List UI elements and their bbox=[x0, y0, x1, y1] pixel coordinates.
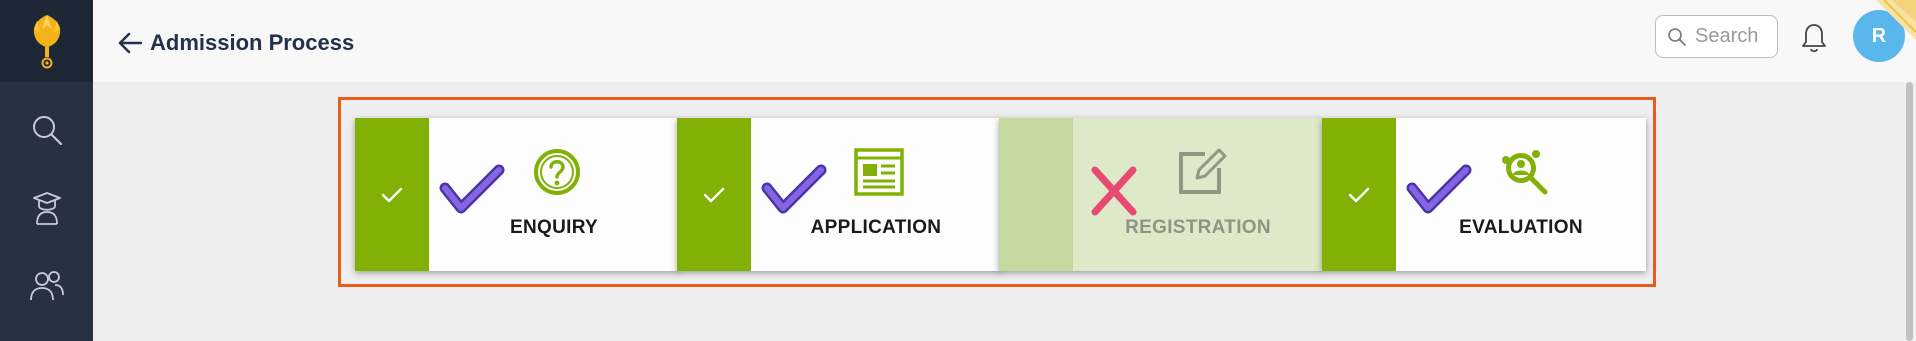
scrollbar-thumb[interactable] bbox=[1906, 82, 1913, 341]
corner-decoration bbox=[1856, 0, 1916, 82]
search-input[interactable]: Search bbox=[1655, 15, 1778, 58]
graduate-icon bbox=[32, 192, 61, 225]
question-icon bbox=[534, 149, 580, 195]
step-status-band bbox=[677, 118, 751, 271]
step-status-band bbox=[355, 118, 429, 271]
sidebar-item-people[interactable] bbox=[0, 256, 93, 316]
search-icon bbox=[1668, 27, 1686, 46]
step-label: EVALUATION bbox=[1459, 217, 1583, 238]
top-bar: Admission Process Search R bbox=[93, 0, 1916, 82]
form-icon bbox=[854, 148, 904, 196]
sidebar-item-search[interactable] bbox=[0, 100, 93, 160]
step-status-band bbox=[1322, 118, 1396, 271]
page-title: Admission Process bbox=[150, 30, 355, 55]
notifications-button[interactable] bbox=[1799, 20, 1829, 56]
arrow-left-icon bbox=[118, 32, 143, 54]
logo-icon bbox=[33, 15, 60, 69]
check-icon bbox=[703, 187, 725, 202]
search-icon bbox=[32, 116, 62, 146]
step-registration[interactable]: REGISTRATION bbox=[999, 118, 1323, 271]
step-status-band bbox=[999, 118, 1073, 271]
step-evaluation[interactable]: EVALUATION bbox=[1322, 118, 1646, 271]
completed-check-icon bbox=[439, 164, 505, 214]
app-logo[interactable] bbox=[0, 0, 93, 82]
step-application[interactable]: APPLICATION bbox=[677, 118, 1001, 271]
step-label: REGISTRATION bbox=[1125, 217, 1271, 238]
completed-check-icon bbox=[761, 164, 827, 214]
completed-check-icon bbox=[1406, 164, 1472, 214]
people-icon bbox=[29, 271, 64, 301]
cross-icon bbox=[1091, 166, 1137, 216]
edit-icon bbox=[1179, 148, 1227, 194]
sidebar bbox=[0, 0, 93, 341]
search-placeholder: Search bbox=[1695, 25, 1759, 47]
sidebar-item-students[interactable] bbox=[0, 178, 93, 238]
check-icon bbox=[381, 187, 403, 202]
step-enquiry[interactable]: ENQUIRY bbox=[355, 118, 679, 271]
bell-icon bbox=[1802, 24, 1826, 53]
vertical-scrollbar[interactable] bbox=[1903, 82, 1916, 341]
step-label: APPLICATION bbox=[810, 217, 942, 238]
check-icon bbox=[1348, 187, 1370, 202]
evaluation-search-icon bbox=[1502, 150, 1548, 195]
step-label: ENQUIRY bbox=[510, 217, 598, 238]
back-button[interactable] bbox=[115, 28, 145, 58]
